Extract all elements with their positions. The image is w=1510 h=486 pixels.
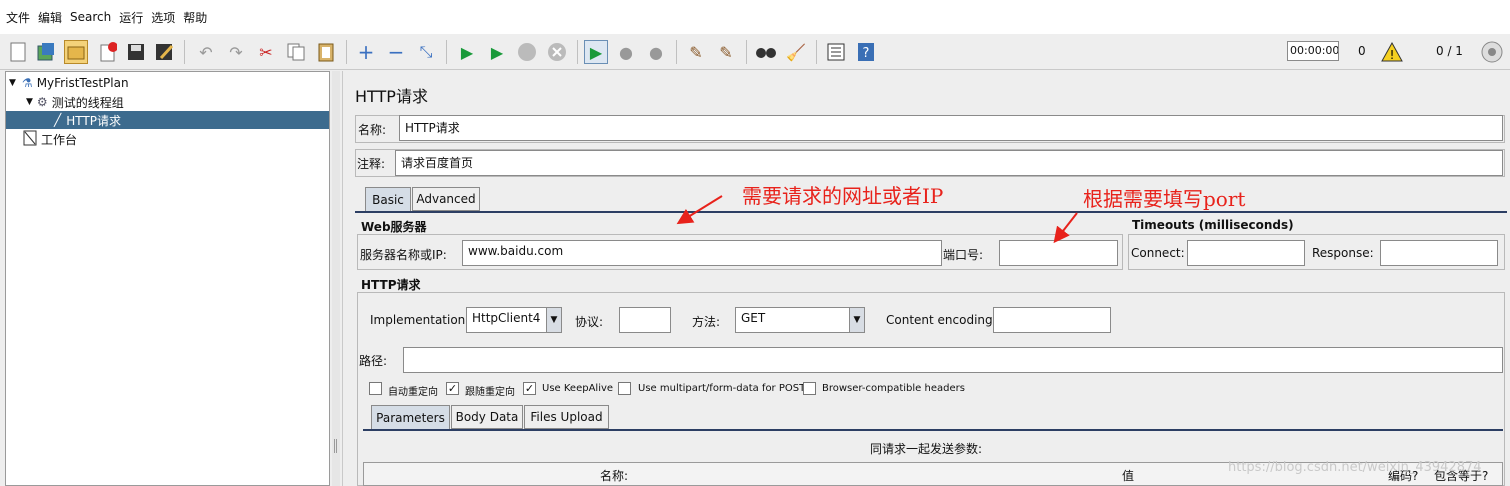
annotation-arrows bbox=[676, 195, 1078, 244]
arrow-to-server bbox=[676, 195, 723, 225]
arrow-to-port bbox=[1053, 212, 1078, 244]
watermark: https://blog.csdn.net/weixin_43942874 bbox=[1228, 460, 1482, 475]
